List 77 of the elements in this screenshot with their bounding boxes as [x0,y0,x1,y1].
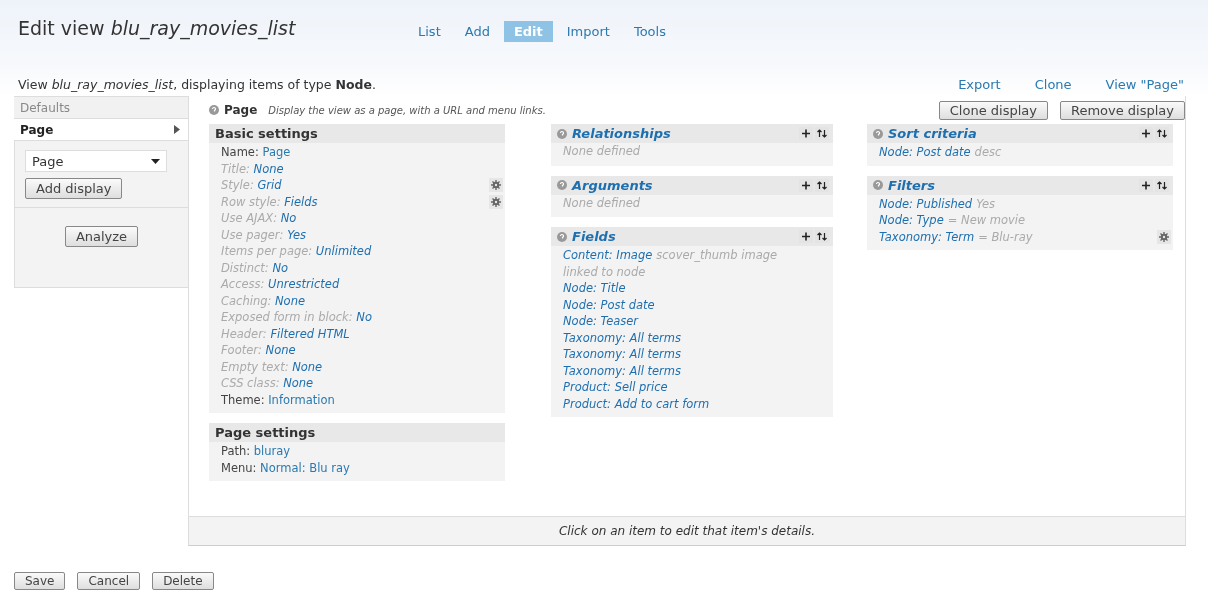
item-link[interactable]: Taxonomy: Term = Blu-ray [879,229,1033,244]
item-link[interactable]: Product: Sell price [563,379,798,396]
help-icon [557,180,567,190]
display-select[interactable]: Page [25,150,167,172]
analyze-button[interactable]: Analyze [64,226,139,247]
dropdown-icon [151,158,160,164]
setting-link[interactable]: Access: Unrestricted [221,277,340,292]
view-description: View blu_ray_movies_list, displaying items of type Node. [18,76,376,92]
rearrange-icon[interactable] [815,127,829,140]
view-link[interactable]: Clone [1034,76,1072,92]
empty-message: None defined [563,195,642,212]
help-icon [557,231,567,242]
item-link[interactable]: Node: Post date [563,296,798,313]
gear-icon[interactable] [489,194,503,209]
form-button[interactable]: Delete [152,572,214,590]
status-message: Click on an item to edit that item's details. [189,516,1185,545]
setting-link[interactable]: Theme: Information [221,392,335,407]
rearrange-icon[interactable] [1155,178,1169,192]
setting-link[interactable]: Use pager: Yes [221,227,306,242]
setting-link[interactable]: Path: bluray [221,444,291,459]
help-icon [209,105,219,115]
setting-link[interactable]: Title: None [221,161,284,176]
add-icon[interactable] [799,230,813,243]
display-name: Page [224,103,258,117]
section-header: Basic settings [209,124,505,143]
setting-link[interactable]: Use AJAX: No [221,211,297,226]
view-link[interactable]: Export [958,76,1001,92]
display-description: Display the view as a page, with a URL and menu links. [268,104,546,116]
display-button[interactable]: Remove display [1059,100,1185,120]
setting-link[interactable]: Header: Filtered HTML [221,326,350,341]
arrow-icon [174,125,180,134]
gear-icon[interactable] [489,178,503,193]
item-link[interactable]: Node: Post date desc [879,145,1002,160]
tab[interactable]: List [408,20,451,42]
rearrange-icon[interactable] [815,178,829,192]
setting-link[interactable]: Row style: Fields [221,194,318,209]
display-button[interactable]: Clone display [938,100,1048,120]
section-title[interactable]: Filters [888,177,935,193]
add-icon[interactable] [799,127,813,140]
display-tab[interactable]: Defaults [14,97,188,119]
page-title: Edit view blu_ray_movies_list [18,17,297,42]
form-button[interactable]: Save [14,572,66,590]
section-title[interactable]: Fields [572,229,616,244]
item-link[interactable]: Content: Image scover_thumb image linked to node [563,247,798,280]
setting-link[interactable]: Menu: Normal: Blu ray [221,460,350,475]
setting-link[interactable]: Items per page: Unlimited [221,244,372,259]
setting-link[interactable]: Name: Page [221,145,291,160]
gear-icon[interactable] [1157,229,1171,244]
setting-link[interactable]: Caching: None [221,293,306,308]
setting-link[interactable]: Exposed form in block: No [221,310,372,325]
setting-link[interactable]: Footer: None [221,343,296,358]
setting-link[interactable]: CSS class: None [221,376,314,391]
help-icon [873,128,883,139]
item-link[interactable]: Taxonomy: All terms [563,329,798,346]
view-link[interactable]: View "Page" [1105,76,1184,92]
add-display-button[interactable]: Add display [25,178,123,199]
item-link[interactable]: Node: Teaser [563,313,798,330]
form-button[interactable]: Cancel [77,572,141,590]
setting-link[interactable]: Style: Grid [221,178,282,193]
setting-link[interactable]: Empty text: None [221,359,323,374]
section-header: Page settings [209,423,505,442]
add-icon[interactable] [1139,127,1153,140]
rearrange-icon[interactable] [815,230,829,243]
empty-message: None defined [563,144,642,160]
help-icon [873,180,883,190]
item-link[interactable]: Taxonomy: All terms [563,362,798,379]
item-link[interactable]: Node: Published Yes [879,196,995,211]
help-icon [557,128,567,139]
item-link[interactable]: Node: Title [563,280,798,297]
item-link[interactable]: Node: Type = New movie [879,213,1026,228]
tab[interactable]: Import [556,20,620,42]
item-link[interactable]: Taxonomy: All terms [563,346,798,363]
tab[interactable]: Add [454,20,500,42]
rearrange-icon[interactable] [1155,127,1169,140]
setting-link[interactable]: Distinct: No [221,260,289,275]
item-link[interactable]: Product: Add to cart form [563,395,798,412]
tab[interactable]: Tools [623,20,676,42]
